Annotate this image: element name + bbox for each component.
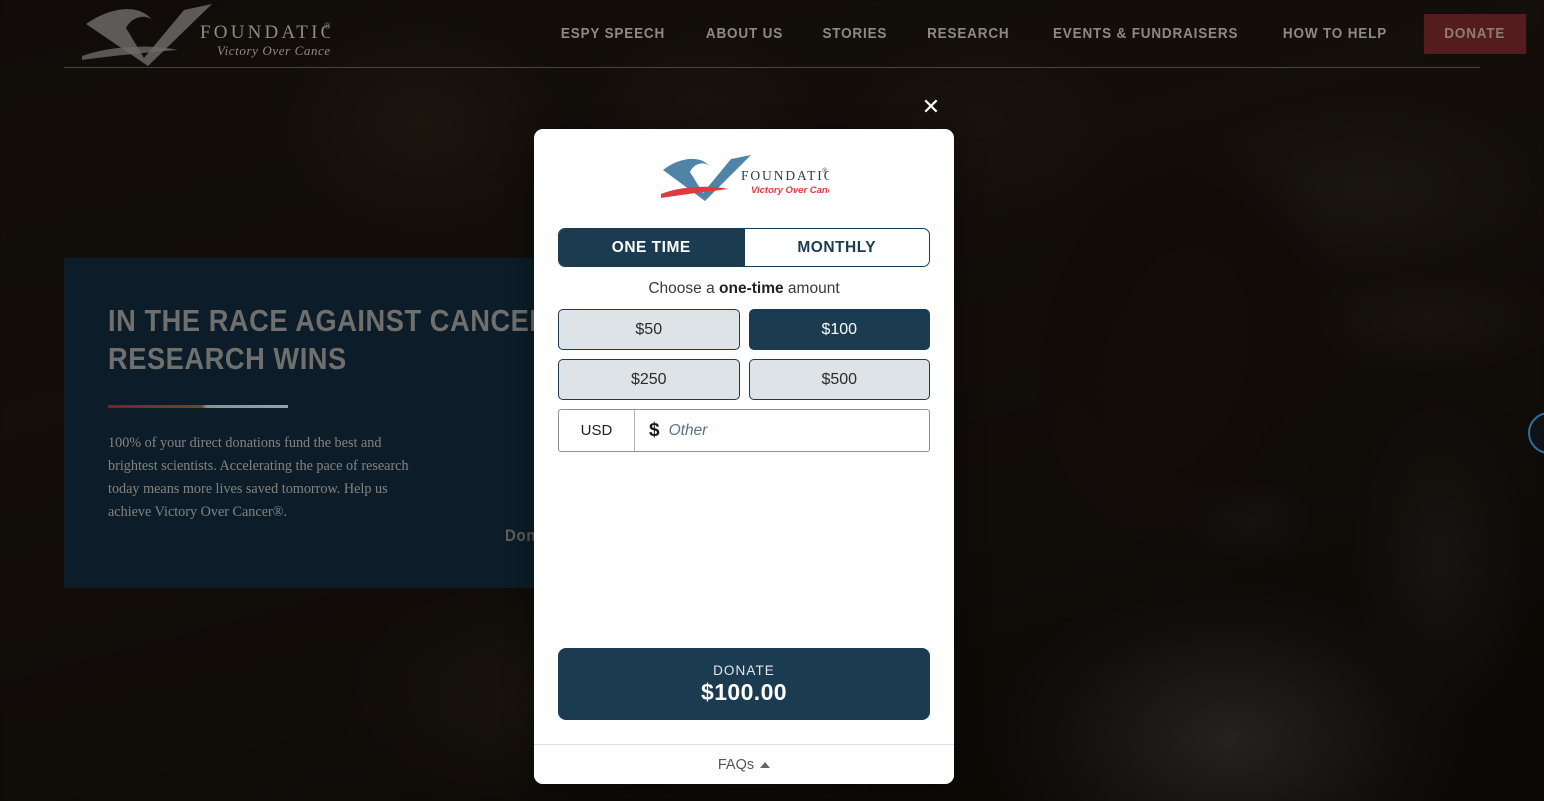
amount-options-grid: $50 $100 $250 $500 (558, 309, 930, 400)
amount-option-250[interactable]: $250 (558, 359, 740, 400)
donate-submit-amount: $100.00 (701, 678, 787, 705)
svg-text:®: ® (822, 167, 828, 175)
svg-text:®: ® (324, 21, 330, 31)
donate-submit-label: DONATE (713, 662, 775, 678)
frequency-tab-monthly[interactable]: MONTHLY (743, 229, 929, 266)
dollar-sign-icon: $ (649, 419, 660, 441)
amount-option-500[interactable]: $500 (748, 359, 930, 400)
other-amount-row: USD $ (558, 409, 930, 452)
amount-prompt-prefix: Choose a (648, 280, 720, 297)
nav-item-how-to-help[interactable]: HOW TO HELP (1268, 26, 1404, 42)
donation-modal-body: FOUNDATION ® Victory Over Cancer ONE TIM… (534, 129, 954, 744)
nav-item-events-fundraisers[interactable]: EVENTS & FUNDRAISERS (1037, 26, 1254, 42)
nav-item-research[interactable]: RESEARCH (911, 26, 1025, 42)
donation-modal: FOUNDATION ® Victory Over Cancer ONE TIM… (534, 129, 954, 784)
nav-item-about-us[interactable]: ABOUT US (690, 26, 799, 42)
svg-text:Victory Over Cancer: Victory Over Cancer (751, 185, 829, 196)
caret-up-icon[interactable] (760, 761, 771, 768)
modal-footer: FAQs (534, 744, 954, 784)
faq-label[interactable]: FAQs (718, 757, 754, 773)
modal-close-icon[interactable]: ✕ (921, 96, 941, 118)
amount-prompt-suffix: amount (783, 280, 840, 297)
header-donate-button[interactable]: DONATE (1424, 14, 1527, 54)
donation-frequency-toggle: ONE TIME MONTHLY (558, 228, 930, 267)
frequency-tab-one-time[interactable]: ONE TIME (559, 229, 744, 266)
currency-label: USD (559, 410, 635, 451)
amount-prompt: Choose a one-time amount (558, 280, 930, 298)
other-amount-field-wrap: $ (635, 410, 929, 451)
amount-prompt-emphasis: one-time (719, 280, 784, 297)
amount-option-100[interactable]: $100 (748, 309, 930, 350)
donate-submit-button[interactable]: DONATE $100.00 (558, 648, 930, 720)
other-amount-input[interactable] (668, 410, 929, 451)
v-foundation-logo-icon: FOUNDATION ® Victory Over Cancer (82, 4, 351, 66)
hero-body-text: 100% of your direct donations fund the b… (108, 434, 409, 520)
site-header: FOUNDATION ® Victory Over Cancer ESPY SP… (0, 0, 1544, 68)
site-logo[interactable]: FOUNDATION ® Victory Over Cancer (80, 4, 351, 66)
nav-item-stories[interactable]: STORIES (807, 26, 903, 42)
svg-text:Victory Over Cancer: Victory Over Cancer (217, 43, 330, 58)
main-navigation: ESPY SPEECH ABOUT US STORIES RESEARCH EV… (540, 0, 1544, 68)
hero-divider (108, 404, 288, 408)
nav-item-espy-speech[interactable]: ESPY SPEECH (545, 26, 681, 42)
svg-text:FOUNDATION: FOUNDATION (200, 22, 330, 43)
modal-logo: FOUNDATION ® Victory Over Cancer (558, 155, 930, 201)
v-foundation-logo-icon: FOUNDATION ® Victory Over Cancer (661, 155, 829, 201)
svg-text:FOUNDATION: FOUNDATION (741, 168, 829, 183)
amount-option-50[interactable]: $50 (558, 309, 740, 350)
